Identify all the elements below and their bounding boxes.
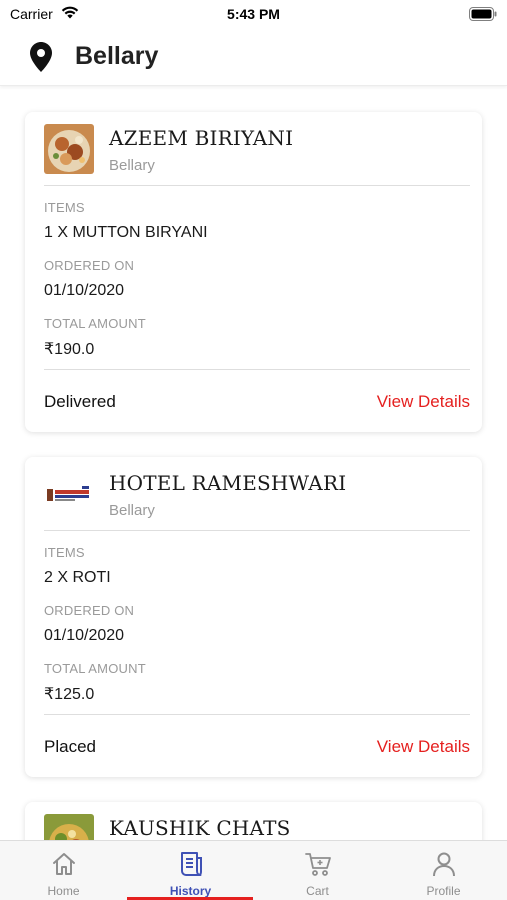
items-label: ITEMS	[44, 200, 85, 215]
total-amount-value: ₹190.0	[44, 341, 95, 358]
view-details-link[interactable]: View Details	[377, 737, 470, 757]
restaurant-name: HOTEL RAMESHWARI	[109, 471, 347, 495]
total-amount-label: TOTAL AMOUNT	[44, 316, 146, 331]
ordered-on-label: ORDERED ON	[44, 258, 135, 273]
ordered-on-value: 01/10/2020	[44, 282, 125, 299]
order-history-list[interactable]: AZEEM BIRIYANI Bellary ITEMS 1 X MUTTON …	[0, 90, 507, 840]
items-value: 2 X ROTI	[44, 569, 111, 586]
divider	[44, 530, 470, 531]
tab-profile[interactable]: Profile	[380, 841, 507, 900]
profile-icon	[430, 850, 458, 878]
battery-icon	[469, 7, 497, 26]
order-card[interactable]: AZEEM BIRIYANI Bellary ITEMS 1 X MUTTON …	[25, 112, 482, 432]
view-details-link[interactable]: View Details	[377, 392, 470, 412]
city-title[interactable]: Bellary	[75, 42, 158, 71]
order-status: Delivered	[44, 392, 116, 411]
clock-label: 5:43 PM	[227, 6, 280, 22]
location-header: Bellary	[0, 30, 507, 86]
tab-home[interactable]: Home	[0, 841, 127, 900]
chat-food-image	[44, 814, 94, 840]
ordered-on-value: 01/10/2020	[44, 627, 125, 644]
items-label: ITEMS	[44, 545, 85, 560]
order-card[interactable]: HOTEL RAMESHWARI Bellary ITEMS 2 X ROTI …	[25, 457, 482, 777]
biryani-food-image	[44, 124, 94, 174]
total-amount-label: TOTAL AMOUNT	[44, 661, 146, 676]
history-icon	[177, 850, 205, 878]
tab-history-label: History	[169, 884, 212, 898]
app-screen: Carrier 5:43 PM Bellary AZEEM BIRIYANI B…	[0, 0, 507, 900]
bottom-tab-bar: Home History Cart Profile	[0, 840, 507, 900]
restaurant-name: KAUSHIK CHATS	[109, 816, 291, 840]
status-bar: Carrier 5:43 PM	[0, 0, 507, 30]
total-amount-value: ₹125.0	[44, 686, 95, 703]
items-value: 1 X MUTTON BIRYANI	[44, 224, 208, 241]
restaurant-location: Bellary	[109, 502, 155, 519]
restaurant-name: AZEEM BIRIYANI	[109, 126, 294, 150]
divider	[44, 369, 470, 370]
order-card[interactable]: KAUSHIK CHATS	[25, 802, 482, 840]
restaurant-location: Bellary	[109, 157, 155, 174]
home-icon	[50, 850, 78, 878]
divider	[44, 714, 470, 715]
ordered-on-label: ORDERED ON	[44, 603, 135, 618]
hotel-logo-image	[44, 469, 94, 519]
divider	[44, 185, 470, 186]
cart-icon	[304, 850, 332, 878]
tab-home-label: Home	[47, 884, 80, 898]
location-pin-icon[interactable]	[30, 42, 52, 77]
tab-history[interactable]: History	[127, 841, 254, 900]
tab-cart[interactable]: Cart	[254, 841, 381, 900]
tab-cart-label: Cart	[306, 884, 329, 898]
order-status: Placed	[44, 737, 96, 756]
tab-profile-label: Profile	[426, 884, 461, 898]
